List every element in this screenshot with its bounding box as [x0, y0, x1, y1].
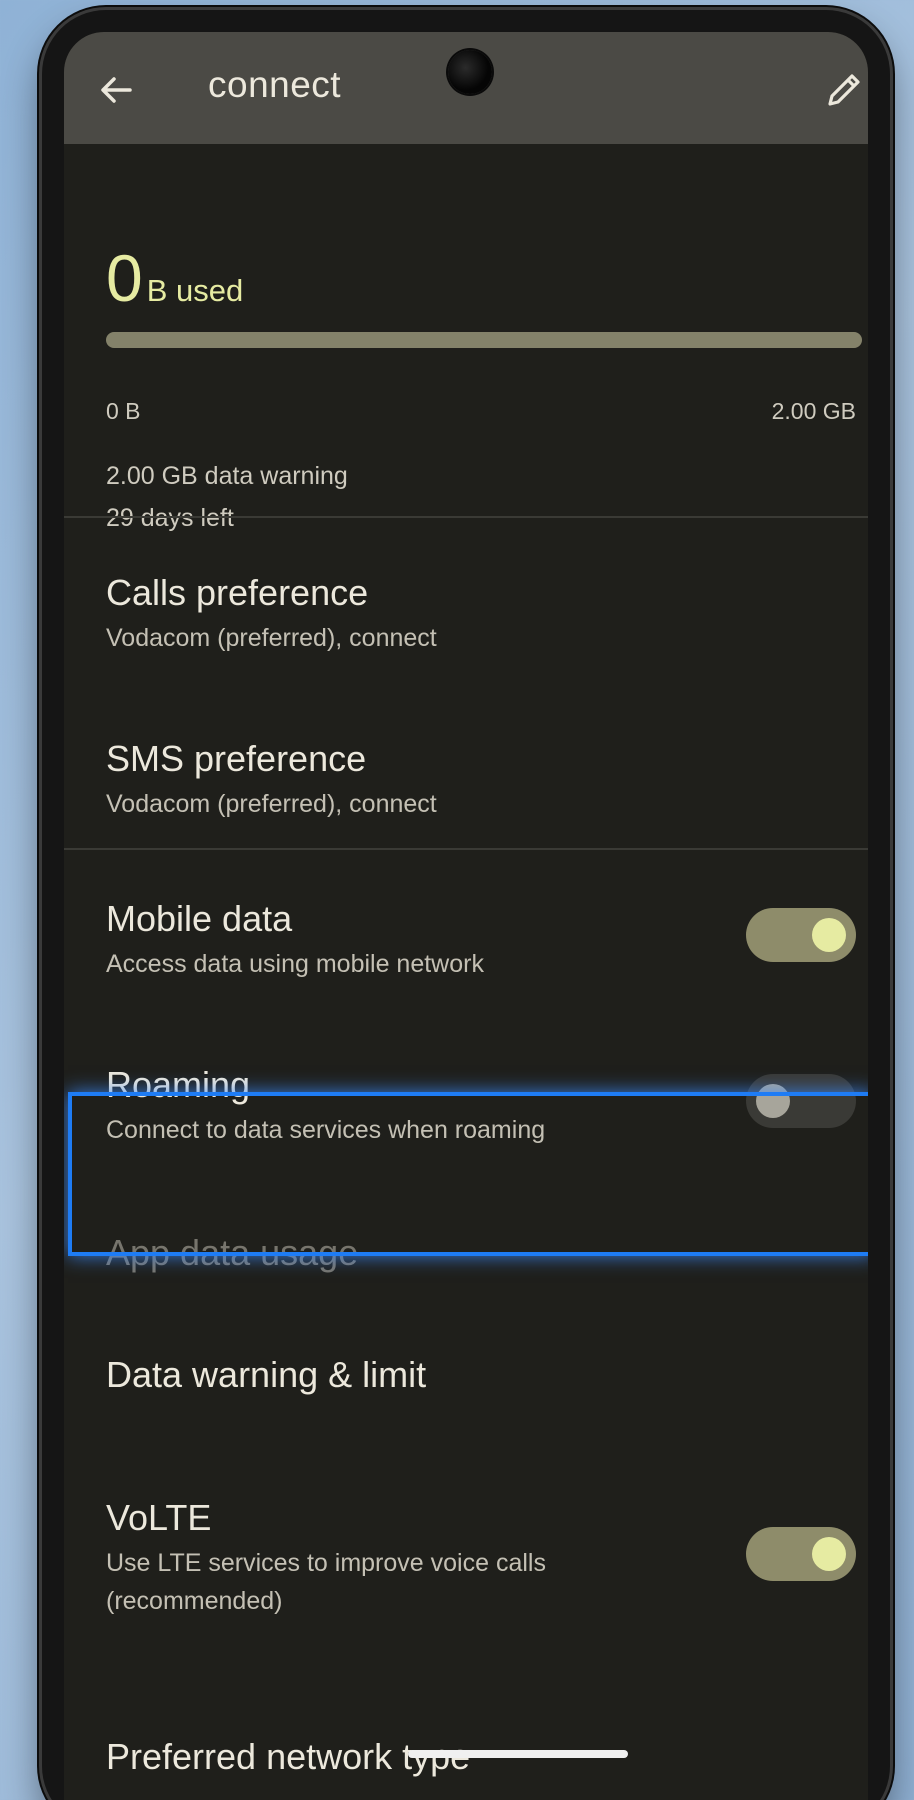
mobile-data-item[interactable]: Mobile data Access data using mobile net… — [64, 898, 868, 1018]
preferred-network-type-item[interactable]: Preferred network type — [64, 1736, 868, 1800]
volte-subtitle-line2: (recommended) — [106, 1587, 283, 1615]
page-title: connect — [208, 64, 342, 105]
volte-item[interactable]: VoLTE Use LTE services to improve voice … — [64, 1497, 868, 1647]
roaming-highlight-box — [68, 1092, 868, 1256]
calls-preference-title: Calls preference — [106, 572, 369, 613]
calls-preference-item[interactable]: Calls preference Vodacom (preferred), co… — [64, 572, 868, 692]
toggle-knob — [812, 1537, 846, 1571]
usage-progress-bar — [106, 332, 862, 348]
volte-subtitle-line1: Use LTE services to improve voice calls — [106, 1549, 546, 1577]
usage-min-label: 0 B — [106, 398, 141, 424]
usage-number: 0 — [106, 241, 143, 315]
gesture-home-bar[interactable] — [408, 1750, 628, 1758]
app-bar: connect — [64, 32, 868, 144]
volte-toggle[interactable] — [746, 1527, 856, 1581]
calls-preference-subtitle: Vodacom (preferred), connect — [106, 624, 437, 652]
sms-preference-subtitle: Vodacom (preferred), connect — [106, 790, 437, 818]
usage-unit: B used — [146, 273, 244, 308]
days-left-text: 29 days left — [106, 504, 234, 532]
usage-max-label: 2.00 GB — [771, 398, 856, 424]
toggle-knob — [812, 918, 846, 952]
data-usage-amount: 0B used — [106, 240, 243, 316]
data-warning-limit-item[interactable]: Data warning & limit — [64, 1354, 868, 1424]
mobile-data-title: Mobile data — [106, 898, 293, 939]
front-camera — [448, 50, 492, 94]
divider — [64, 516, 868, 518]
data-warning-limit-title: Data warning & limit — [106, 1354, 427, 1395]
volte-title: VoLTE — [106, 1497, 212, 1538]
mobile-data-toggle[interactable] — [746, 908, 856, 962]
sms-preference-title: SMS preference — [106, 738, 367, 779]
back-arrow-icon[interactable] — [94, 68, 138, 112]
data-warning-text: 2.00 GB data warning — [106, 462, 348, 490]
sms-preference-item[interactable]: SMS preference Vodacom (preferred), conn… — [64, 738, 868, 858]
mobile-data-subtitle: Access data using mobile network — [106, 950, 484, 978]
divider — [64, 848, 868, 850]
screen: connect 0B used 0 B 2.00 GB 2.00 GB data… — [64, 32, 868, 1800]
edit-pencil-icon[interactable] — [822, 68, 866, 112]
